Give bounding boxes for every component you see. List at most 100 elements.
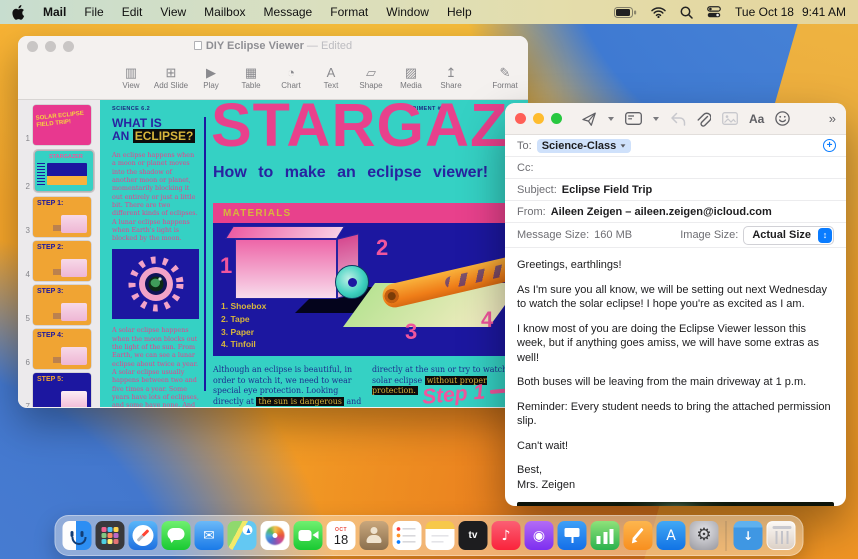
zoom-button[interactable]	[551, 113, 562, 124]
recipient-chevron	[620, 143, 626, 148]
shape-icon: ▱	[366, 64, 376, 80]
keynote-titlebar[interactable]: DIY Eclipse Viewer — Edited	[18, 36, 528, 56]
send-button[interactable]	[581, 111, 597, 127]
signature-line: Best,	[517, 464, 543, 477]
attach-button[interactable]	[697, 111, 711, 127]
view-button[interactable]: ▥ View	[118, 65, 144, 90]
chart-button[interactable]: ◔ Chart	[278, 64, 304, 90]
material-item: 1. Shoebox	[221, 301, 267, 311]
body-paragraph: I know most of you are doing the Eclipse…	[517, 322, 820, 364]
dock-calendar[interactable]: OCT 18	[326, 521, 356, 550]
menu-item-message[interactable]: Message	[264, 5, 313, 19]
to-field[interactable]: To: Science-Class +	[505, 135, 846, 157]
header-fields-button[interactable]	[625, 112, 642, 125]
dock-photos[interactable]	[260, 521, 290, 550]
slide-thumbnail-5[interactable]: STEP 3:	[33, 285, 91, 325]
slide-number: 2	[25, 182, 30, 191]
dock-facetime[interactable]	[293, 521, 323, 550]
menu-bar-clock[interactable]: Tue Oct 18 9:41 AM	[735, 5, 846, 19]
slide-thumbnail-6[interactable]: STEP 4:	[33, 329, 91, 369]
dock-safari[interactable]	[128, 521, 158, 550]
menu-item-format[interactable]: Format	[330, 5, 368, 19]
dock-numbers[interactable]	[590, 521, 620, 550]
from-field[interactable]: From: Aileen Zeigen – aileen.zeigen@iclo…	[505, 201, 846, 223]
slide-thumbnail-1[interactable]: SOLAR ECLIPSE FIELD TRIP!	[33, 105, 91, 145]
play-button[interactable]: ▶ Play	[198, 65, 224, 90]
shape-button[interactable]: ▱ Shape	[358, 64, 384, 90]
dock-finder[interactable]	[62, 521, 92, 550]
menu-item-help[interactable]: Help	[447, 5, 472, 19]
media-button[interactable]: ▨ Media	[398, 65, 424, 90]
dock-trash[interactable]	[766, 521, 796, 550]
apple-menu-icon[interactable]	[12, 4, 25, 20]
share-button[interactable]: ↥ Share	[438, 64, 464, 90]
menu-item-window[interactable]: Window	[386, 5, 429, 19]
control-center-icon[interactable]	[707, 6, 721, 18]
dock-contacts[interactable]	[359, 521, 389, 550]
toolbar-overflow-icon[interactable]: »	[829, 111, 836, 126]
dock-messages[interactable]	[161, 521, 191, 550]
shoebox-lid	[224, 226, 346, 239]
dock-settings[interactable]: ⚙	[689, 521, 719, 550]
document-icon	[193, 41, 202, 50]
dock-maps[interactable]	[227, 521, 257, 550]
image-size-select[interactable]: Actual Size ↕	[743, 225, 834, 245]
menu-item-mail[interactable]: Mail	[43, 5, 66, 19]
mail-toolbar[interactable]: Aa »	[505, 103, 846, 135]
recipient-token[interactable]: Science-Class	[536, 138, 632, 153]
table-button[interactable]: ▦ Table	[238, 65, 264, 90]
slide-number: 7	[25, 402, 30, 407]
body-paragraph: Can't wait!	[517, 439, 569, 452]
format-button[interactable]: ✎ Format	[492, 65, 518, 90]
slide-thumbnail-4[interactable]: STEP 2:	[33, 241, 91, 281]
body-paragraph: Reminder: Every student needs to bring t…	[517, 400, 831, 428]
slide-thumbnail-2[interactable]: STARGAZER	[35, 151, 93, 191]
menu-item-mailbox[interactable]: Mailbox	[204, 5, 245, 19]
header-fields-chevron[interactable]	[653, 116, 659, 121]
emoji-button[interactable]	[775, 111, 791, 126]
cc-label: Cc:	[517, 161, 534, 174]
desktop: Mail File Edit View Mailbox Message Form…	[0, 0, 858, 559]
text-button[interactable]: A Text	[318, 65, 344, 90]
slide-thumbnail-3[interactable]: STEP 1:	[33, 197, 91, 237]
slide-canvas[interactable]: SCIENCE 6.2 EXPERIMENT #11 WHAT IS AN EC…	[100, 100, 528, 407]
dock-pages[interactable]	[623, 521, 653, 550]
cc-field[interactable]: Cc:	[505, 157, 846, 179]
keynote-toolbar: ▥ View ⊞ Add Slide ▶ Play ▦ Table ◔ Chart A Te…	[18, 56, 528, 100]
menu-item-file[interactable]: File	[84, 5, 103, 19]
dock-music[interactable]: ♪	[491, 521, 521, 550]
send-options-chevron[interactable]	[608, 116, 614, 121]
dock: ✉ OCT 18 tv ♪ ◉ A ⚙ ↓	[54, 515, 804, 556]
figure-number-3: 3	[405, 319, 418, 344]
slide-thumbnail-7[interactable]: STEP 5:	[33, 373, 91, 407]
dock-tv[interactable]: tv	[458, 521, 488, 550]
dock-mail[interactable]: ✉	[194, 521, 224, 550]
close-button[interactable]	[515, 113, 526, 124]
slide-subtitle: How to make an eclipse viewer!	[213, 164, 489, 181]
dock-downloads[interactable]: ↓	[733, 521, 763, 550]
format-button[interactable]: Aa	[749, 112, 764, 126]
dock-appstore[interactable]: A	[656, 521, 686, 550]
shoebox-front	[235, 239, 337, 299]
dock-podcasts[interactable]: ◉	[524, 521, 554, 550]
dock-notes[interactable]	[425, 521, 455, 550]
eclipse-photo-attachment[interactable]	[517, 502, 834, 506]
menu-item-edit[interactable]: Edit	[122, 5, 143, 19]
add-recipient-button[interactable]: +	[823, 139, 836, 152]
minimize-button[interactable]	[533, 113, 544, 124]
dock-keynote[interactable]	[557, 521, 587, 550]
search-icon[interactable]	[680, 6, 693, 19]
chart-icon: ◔	[287, 64, 295, 80]
materials-heading: MATERIALS	[213, 203, 528, 223]
dock-launchpad[interactable]	[95, 521, 125, 550]
wifi-icon[interactable]	[651, 6, 666, 18]
message-body[interactable]: Greetings, earthlings! As I'm sure you a…	[505, 248, 846, 506]
dock-reminders[interactable]	[392, 521, 422, 550]
add-slide-button[interactable]: ⊞ Add Slide	[154, 65, 188, 90]
menu-item-view[interactable]: View	[160, 5, 186, 19]
share-icon: ↥	[445, 64, 457, 80]
music-note-icon: ♪	[501, 527, 511, 544]
subject-field[interactable]: Subject: Eclipse Field Trip	[505, 179, 846, 201]
battery-icon[interactable]	[614, 6, 637, 18]
materials-panel: MATERIALS 1 2 3 4 1. Shoebox 2. Tape 3. …	[213, 203, 528, 356]
